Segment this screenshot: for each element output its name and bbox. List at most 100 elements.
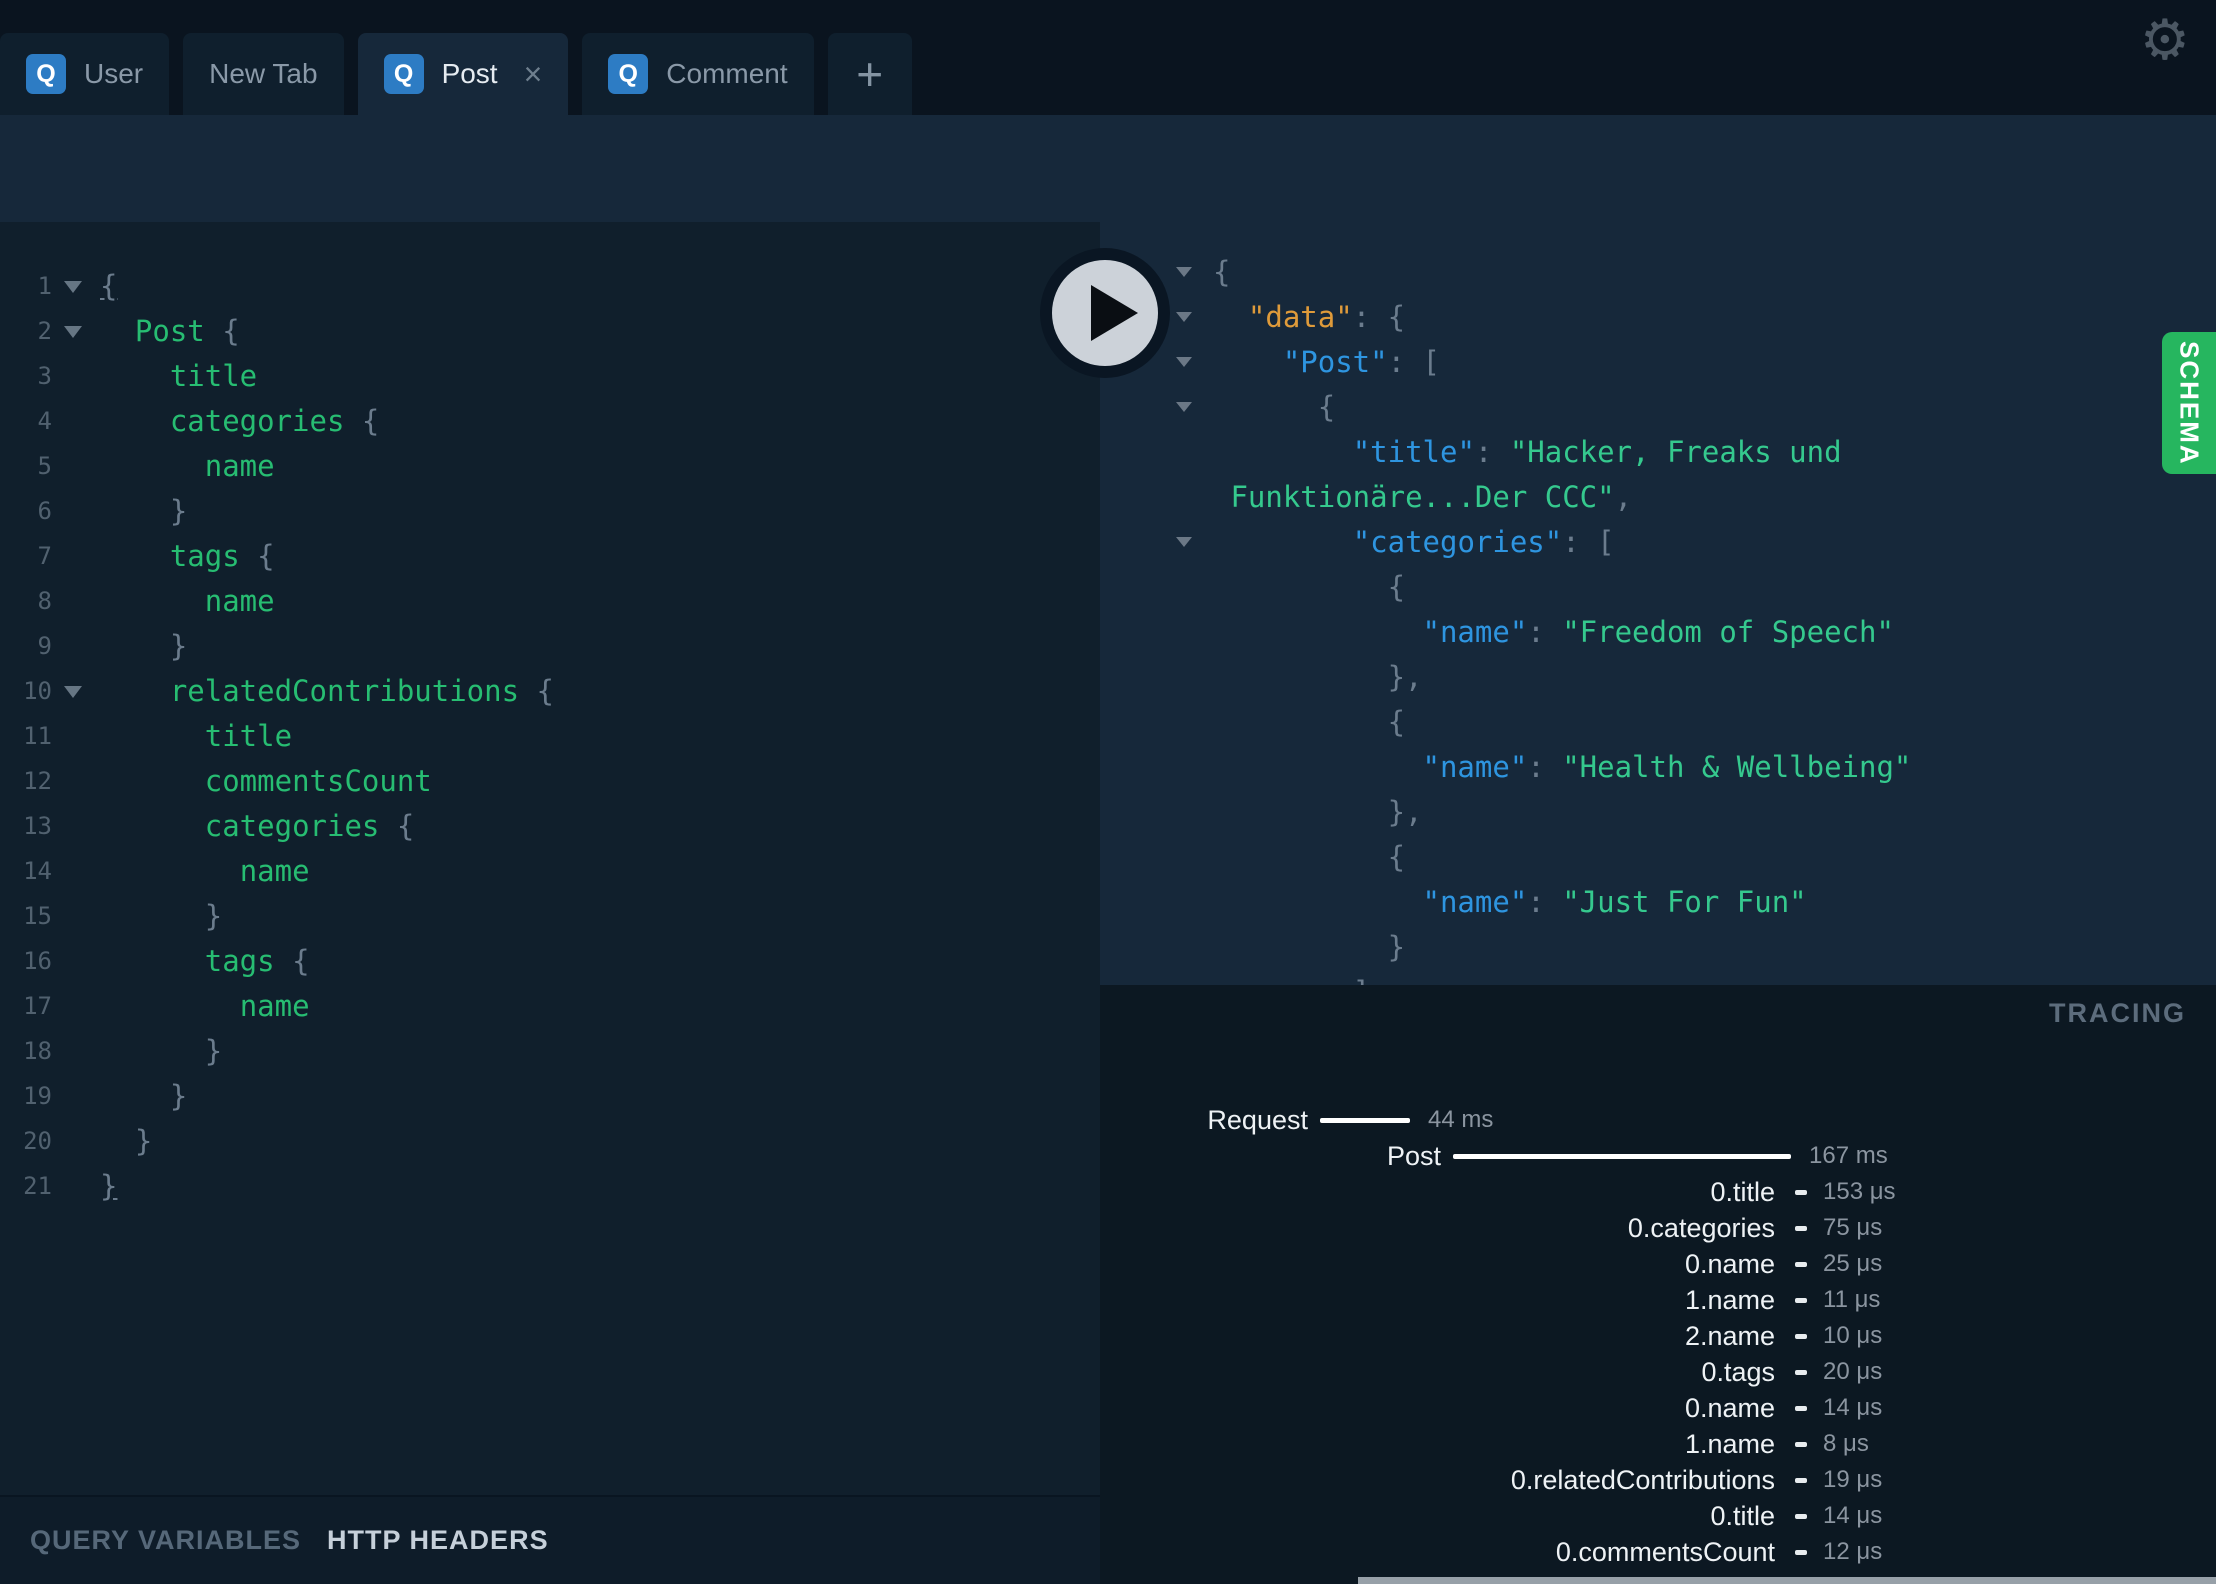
tracing-duration-dash: [1795, 1478, 1807, 1483]
tracing-row: 0.tags 20 μs: [1100, 1354, 2216, 1390]
code-text: "title": "Hacker, Freaks und: [1352, 435, 1842, 469]
query-operation-badge: Q: [26, 54, 66, 94]
query-line: 14 name: [0, 849, 1100, 894]
line-number: 6: [37, 497, 52, 525]
line-number: 10: [23, 677, 52, 705]
tracing-duration-dash: [1795, 1442, 1807, 1447]
tracing-row-label: 1.name: [1684, 1429, 1775, 1459]
tracing-row-label: 0.commentsCount: [1555, 1537, 1775, 1567]
query-line: 18 }: [0, 1029, 1100, 1074]
fold-arrow-icon[interactable]: [1176, 266, 1192, 277]
code-text: },: [1213, 660, 1423, 694]
code-text: }: [100, 1079, 188, 1113]
tracing-row-label: 0.title: [1710, 1501, 1775, 1531]
response-line: {: [1100, 835, 2216, 880]
response-line: {: [1100, 700, 2216, 745]
tracing-duration-dash: [1795, 1262, 1807, 1267]
code-text: "categories": [: [1352, 525, 1615, 559]
tracing-row-label: 2.name: [1684, 1321, 1775, 1351]
tracing-row-duration: 167 ms: [1809, 1142, 1888, 1169]
query-editor-pane[interactable]: 1{2 Post {3 title 4 categories {5 name 6 }…: [0, 222, 1100, 1495]
tracing-row-label: Post: [1386, 1141, 1441, 1171]
tracing-row: 0.name 14 μs: [1100, 1390, 2216, 1426]
fold-arrow-icon[interactable]: [1176, 311, 1192, 322]
response-line: "name": "Just For Fun": [1100, 880, 2216, 925]
code-text: {: [1213, 255, 1231, 289]
editor-footer-bar: QUERY VARIABLES HTTP HEADERS: [0, 1495, 1100, 1584]
response-lines: { "data": { "Post": [ { "title": "Hacker…: [1100, 250, 2216, 985]
query-line: 19 }: [0, 1074, 1100, 1119]
response-line: Funktionäre...Der CCC",: [1100, 475, 2216, 520]
query-editor-lines: 1{2 Post {3 title 4 categories {5 name 6 }…: [0, 264, 1100, 1209]
code-text: {: [1213, 840, 1406, 874]
tracing-row-duration: 153 μs: [1823, 1178, 1896, 1205]
query-variables-tab[interactable]: QUERY VARIABLES: [30, 1525, 301, 1556]
line-number: 21: [23, 1172, 52, 1200]
code-text: title: [169, 359, 258, 393]
code-text: {: [1213, 570, 1406, 604]
tracing-duration-dash: [1795, 1370, 1807, 1375]
query-line: 12 commentsCount: [0, 759, 1100, 804]
code-text: "name": "Just For Fun": [1422, 885, 1807, 919]
fold-arrow-icon[interactable]: [1176, 536, 1192, 547]
tab-post[interactable]: Q Post ×: [357, 33, 569, 115]
query-line: 7 tags {: [0, 534, 1100, 579]
query-line: 21}: [0, 1164, 1100, 1209]
query-line: 10 relatedContributions {: [0, 669, 1100, 714]
code-text: name: [204, 584, 275, 618]
tracing-duration-bar: [1453, 1154, 1791, 1159]
query-line: 3 title: [0, 354, 1100, 399]
code-text: }: [100, 899, 223, 933]
tracing-row: 1.name 11 μs: [1100, 1282, 2216, 1318]
line-number: 15: [23, 902, 52, 930]
query-line: 16 tags {: [0, 939, 1100, 984]
line-number: 20: [23, 1127, 52, 1155]
tab-new-tab[interactable]: New Tab: [183, 33, 344, 115]
line-number: 5: [37, 452, 52, 480]
schema-side-tab[interactable]: SCHEMA: [2162, 332, 2216, 474]
settings-gear-icon[interactable]: ⚙: [2140, 12, 2190, 68]
add-tab-button[interactable]: +: [827, 33, 912, 115]
tracing-row-label: 0.relatedContributions: [1510, 1465, 1775, 1495]
tab-list: Q User New Tab Q Post × Q Comment +: [0, 33, 912, 115]
tracing-row-duration: 14 μs: [1823, 1394, 1883, 1421]
fold-arrow-icon[interactable]: [1176, 356, 1192, 367]
fold-arrow-icon[interactable]: [64, 685, 82, 698]
tracing-row-duration: 75 μs: [1823, 1214, 1883, 1241]
code-text: },: [1213, 795, 1423, 829]
tracing-horizontal-scrollbar[interactable]: [1358, 1577, 2216, 1584]
query-line: 1{: [0, 264, 1100, 309]
tab-user[interactable]: Q User: [0, 33, 170, 115]
execute-query-button[interactable]: [1039, 247, 1171, 379]
line-number: 2: [37, 317, 52, 345]
tracing-row-label: 0.name: [1684, 1249, 1775, 1279]
response-line: {: [1100, 385, 2216, 430]
http-headers-tab[interactable]: HTTP HEADERS: [327, 1525, 549, 1556]
code-text: ]: [1213, 970, 1370, 985]
tab-label: User: [84, 58, 144, 89]
query-line: 5 name: [0, 444, 1100, 489]
line-number: 13: [23, 812, 52, 840]
tracing-duration-bar: [1320, 1118, 1410, 1123]
tracing-row-duration: 8 μs: [1823, 1430, 1869, 1457]
tab-bar: Q User New Tab Q Post × Q Comment + ⚙: [0, 0, 2216, 115]
tracing-row-duration: 25 μs: [1823, 1250, 1883, 1277]
code-text: relatedContributions {: [169, 674, 554, 708]
code-text: {: [1213, 390, 1336, 424]
tracing-row-label: 0.name: [1684, 1393, 1775, 1423]
close-tab-icon[interactable]: ×: [524, 58, 543, 90]
line-number: 11: [23, 722, 52, 750]
tracing-duration-dash: [1795, 1190, 1807, 1195]
code-text: "name": "Health & Wellbeing": [1422, 750, 1912, 784]
line-number: 9: [37, 632, 52, 660]
query-line: 13 categories {: [0, 804, 1100, 849]
fold-arrow-icon[interactable]: [64, 325, 82, 338]
code-text: "Post": [: [1282, 345, 1440, 379]
fold-arrow-icon[interactable]: [1176, 401, 1192, 412]
tracing-panel-toggle[interactable]: TRACING: [2049, 998, 2186, 1029]
fold-arrow-icon[interactable]: [64, 280, 82, 293]
tab-comment[interactable]: Q Comment: [582, 33, 814, 115]
code-text: }: [100, 1169, 118, 1203]
tracing-row-duration: 19 μs: [1823, 1466, 1883, 1493]
tracing-row: 0.title 153 μs: [1100, 1174, 2216, 1210]
